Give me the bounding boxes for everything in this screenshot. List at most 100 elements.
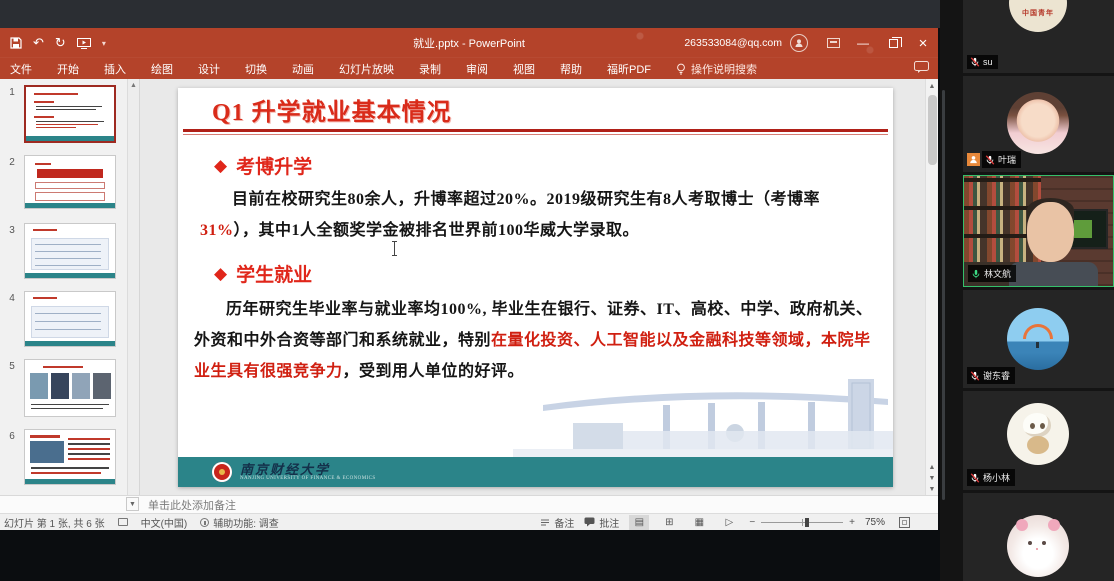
tab-insert[interactable]: 插入	[104, 61, 126, 77]
comments-toggle[interactable]: 批注	[584, 515, 619, 530]
notes-toggle[interactable]: 备注	[540, 515, 574, 530]
slide-thumbnail-3[interactable]	[24, 223, 116, 279]
tab-slideshow[interactable]: 幻灯片放映	[339, 61, 394, 77]
next-slide-button[interactable]: ▼	[926, 475, 938, 482]
participant-name: 谢东睿	[983, 369, 1010, 382]
diamond-bullet-icon: ◆	[214, 264, 227, 284]
participant-avatar	[1007, 515, 1069, 577]
thumbnail-scroll-up-icon[interactable]: ▲	[128, 79, 139, 89]
participant-tile-su[interactable]: 中国青年 su	[963, 0, 1114, 73]
powerpoint-window: ↶ ↻ ▾ 就业.pptx - PowerPoint 263533084@qq.…	[0, 28, 938, 530]
tab-help[interactable]: 帮助	[560, 61, 582, 77]
slideshow-view-button[interactable]: ▷	[719, 515, 739, 530]
scrollbar-thumb[interactable]	[928, 95, 937, 165]
university-name-en: NANJING UNIVERSITY OF FINANCE & ECONOMIC…	[240, 476, 376, 481]
status-bar: 幻灯片 第 1 张, 共 6 张 中文(中国) 辅助功能: 调查 备注	[0, 513, 938, 530]
thumbnail-scrollbar[interactable]: ▲	[127, 79, 139, 495]
notes-placeholder[interactable]: 单击此处添加备注	[0, 497, 236, 513]
slide-canvas[interactable]: Q1 升学就业基本情况 ◆ 考博升学 目前在校研究生80余人，升博率超过20%。…	[178, 88, 893, 487]
minimize-button[interactable]: —	[848, 28, 878, 58]
university-name-cn: 南京财经大学	[240, 464, 376, 476]
tab-foxit-pdf[interactable]: 福昕PDF	[607, 61, 651, 77]
zoom-slider-thumb[interactable]	[805, 518, 809, 527]
tab-draw[interactable]: 绘图	[151, 61, 173, 77]
comments-pane-icon[interactable]	[914, 61, 929, 74]
slide-thumbnail-4[interactable]	[24, 291, 116, 347]
participant-tile-6[interactable]	[963, 493, 1114, 581]
zoom-level[interactable]: 75%	[865, 517, 889, 528]
thumbnail-scroll-down-icon[interactable]: ▼	[126, 497, 139, 511]
tab-file[interactable]: 文件	[10, 61, 32, 77]
zoom-slider[interactable]: − +	[749, 517, 855, 528]
account-avatar[interactable]	[790, 34, 808, 52]
slide-thumbnail-2[interactable]	[24, 155, 116, 209]
zoom-out-button[interactable]: −	[749, 517, 755, 528]
slide-title[interactable]: Q1 升学就业基本情况	[212, 92, 452, 127]
thumbnail-number: 4	[0, 291, 24, 347]
participant-tile-5[interactable]: 杨小林	[963, 391, 1114, 490]
slide-thumbnail-panel: 1 2	[0, 79, 140, 495]
kaobo-paragraph[interactable]: 目前在校研究生80余人，升博率超过20%。2019级研究生有8人考取博士（考博率…	[200, 184, 865, 246]
slide-counter[interactable]: 幻灯片 第 1 张, 共 6 张	[4, 515, 105, 530]
participant-tile-speaker[interactable]: 林文航	[963, 175, 1114, 287]
editor-scrollbar[interactable]: ▲ ▲ ▼ ▼	[925, 79, 938, 495]
fit-slide-to-window-button[interactable]	[899, 517, 910, 528]
scroll-up-icon[interactable]: ▲	[926, 79, 938, 90]
document-title: 就业.pptx - PowerPoint	[413, 28, 525, 58]
title-divider-thin	[183, 134, 888, 135]
slide-editor-area: Q1 升学就业基本情况 ◆ 考博升学 目前在校研究生80余人，升博率超过20%。…	[140, 79, 938, 495]
account-email[interactable]: 263533084@qq.com	[684, 37, 782, 49]
slide-thumbnail-1[interactable]	[24, 85, 116, 143]
accessibility-icon	[200, 518, 209, 527]
qat-customize-caret[interactable]: ▾	[102, 39, 106, 48]
jiuye-paragraph[interactable]: 历年研究生毕业率与就业率均100%, 毕业生在银行、证券、IT、高校、中学、政府…	[194, 294, 880, 387]
section-heading-jiuye[interactable]: ◆ 学生就业	[214, 260, 312, 287]
thumbnail-number: 2	[0, 155, 24, 209]
tab-view[interactable]: 视图	[513, 61, 535, 77]
previous-slide-button[interactable]: ▲	[926, 464, 938, 471]
notes-pane[interactable]: 单击此处添加备注	[0, 495, 938, 513]
participant-tile-yerui[interactable]: 叶瑞	[963, 76, 1114, 172]
start-slideshow-icon[interactable]	[77, 38, 91, 49]
tell-me-search[interactable]: 操作说明搜索	[676, 61, 757, 77]
powerpoint-titlebar: ↶ ↻ ▾ 就业.pptx - PowerPoint 263533084@qq.…	[0, 28, 938, 58]
slide-sorter-view-button[interactable]: ⊞	[659, 515, 679, 530]
tab-animations[interactable]: 动画	[292, 61, 314, 77]
lightbulb-icon	[676, 63, 686, 75]
slide-thumbnail-5[interactable]	[24, 359, 116, 417]
save-icon[interactable]	[10, 37, 22, 49]
section-heading-kaobo[interactable]: ◆ 考博升学	[214, 152, 312, 179]
zoom-in-button[interactable]: +	[849, 517, 855, 528]
display-settings-icon[interactable]	[118, 518, 128, 526]
redo-icon[interactable]: ↻	[55, 35, 66, 51]
ribbon-display-options-button[interactable]	[818, 28, 848, 58]
restore-button[interactable]	[878, 28, 908, 58]
thumbnail-number: 1	[0, 85, 24, 143]
normal-view-button[interactable]: ▤	[629, 515, 649, 530]
tab-record[interactable]: 录制	[419, 61, 441, 77]
sidebar-scrollbar[interactable]	[942, 90, 945, 500]
text-cursor	[394, 241, 395, 256]
participant-tile-4[interactable]: 谢东睿	[963, 290, 1114, 388]
undo-icon[interactable]: ↶	[33, 35, 44, 51]
comment-icon	[584, 517, 595, 527]
scroll-down-icon[interactable]: ▼	[926, 486, 938, 493]
tab-design[interactable]: 设计	[198, 61, 220, 77]
tab-review[interactable]: 审阅	[466, 61, 488, 77]
tab-home[interactable]: 开始	[57, 61, 79, 77]
tab-transitions[interactable]: 切换	[245, 61, 267, 77]
mic-muted-icon	[970, 473, 980, 483]
desktop-top-strip	[0, 0, 940, 28]
screen: ↶ ↻ ▾ 就业.pptx - PowerPoint 263533084@qq.…	[0, 0, 1114, 581]
title-divider	[183, 129, 888, 132]
language-indicator[interactable]: 中文(中国)	[141, 515, 188, 530]
reading-view-button[interactable]: ▦	[689, 515, 709, 530]
slide-thumbnail-6[interactable]	[24, 429, 116, 485]
accessibility-status[interactable]: 辅助功能: 调查	[200, 515, 279, 530]
participant-name: 叶瑞	[998, 153, 1016, 166]
participant-avatar	[1007, 403, 1069, 465]
participant-name: su	[983, 57, 993, 67]
mic-muted-icon	[985, 155, 995, 165]
close-button[interactable]: ×	[908, 28, 938, 58]
notes-icon	[540, 518, 550, 527]
